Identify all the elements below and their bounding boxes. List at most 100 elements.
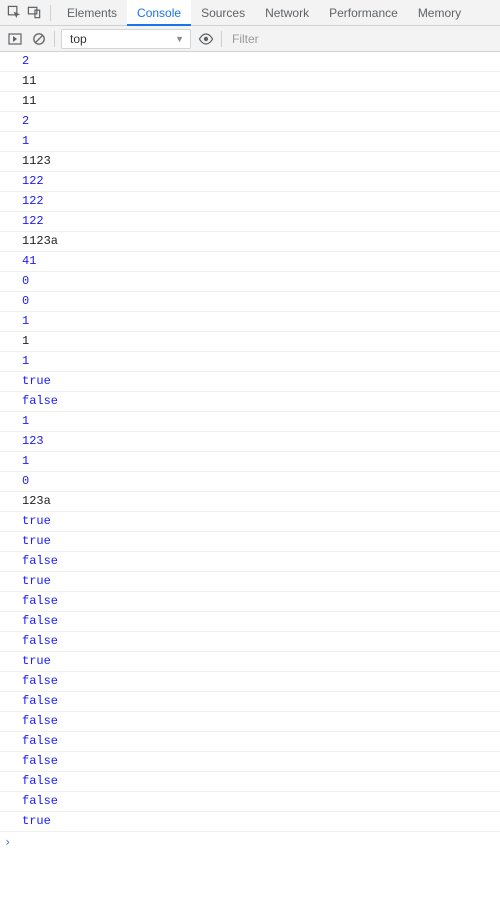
tab-sources[interactable]: Sources — [191, 0, 255, 26]
execution-context-select[interactable]: top ▼ — [61, 29, 191, 49]
log-value: false — [22, 732, 500, 751]
console-log-row: false — [0, 792, 500, 812]
tab-console[interactable]: Console — [127, 0, 191, 26]
log-value: 0 — [22, 472, 500, 491]
console-log-row: 1 — [0, 352, 500, 372]
log-gutter — [0, 512, 22, 531]
console-log-row: 1 — [0, 312, 500, 332]
log-value: 0 — [22, 292, 500, 311]
log-gutter — [0, 52, 22, 71]
console-filter-input[interactable] — [228, 29, 494, 49]
log-gutter — [0, 232, 22, 251]
live-expression-icon[interactable] — [197, 30, 215, 48]
log-gutter — [0, 152, 22, 171]
log-gutter — [0, 532, 22, 551]
console-log-row: 1123a — [0, 232, 500, 252]
console-log-row: 11 — [0, 92, 500, 112]
log-value: true — [22, 532, 500, 551]
console-log-row: false — [0, 692, 500, 712]
log-value: false — [22, 772, 500, 791]
log-value: 1 — [22, 332, 500, 351]
log-value: 1123a — [22, 232, 500, 251]
log-value: 1 — [22, 312, 500, 331]
log-value: false — [22, 692, 500, 711]
log-value: false — [22, 392, 500, 411]
log-value: 1 — [22, 352, 500, 371]
devtools-tabstrip: Elements Console Sources Network Perform… — [0, 0, 500, 26]
console-log-row: 123a — [0, 492, 500, 512]
log-value: 0 — [22, 272, 500, 291]
log-value: 2 — [22, 52, 500, 71]
log-value: 122 — [22, 172, 500, 191]
log-gutter — [0, 572, 22, 591]
log-gutter — [0, 392, 22, 411]
console-log-row: false — [0, 392, 500, 412]
log-gutter — [0, 772, 22, 791]
sidebar-toggle-icon[interactable] — [6, 30, 24, 48]
device-toggle-icon[interactable] — [24, 3, 44, 23]
console-log-row: true — [0, 652, 500, 672]
log-gutter — [0, 292, 22, 311]
log-gutter — [0, 112, 22, 131]
log-gutter — [0, 92, 22, 111]
log-value: false — [22, 632, 500, 651]
log-gutter — [0, 252, 22, 271]
log-gutter — [0, 192, 22, 211]
console-log-row: 1 — [0, 452, 500, 472]
console-log-area[interactable]: 211112111231221221221123a4100111truefals… — [0, 52, 500, 900]
log-gutter — [0, 632, 22, 651]
log-gutter — [0, 312, 22, 331]
log-gutter — [0, 552, 22, 571]
log-gutter — [0, 612, 22, 631]
tabstrip-separator — [50, 5, 51, 21]
log-value: true — [22, 372, 500, 391]
log-value: false — [22, 612, 500, 631]
prompt-chevron-icon: › — [4, 833, 18, 852]
console-log-row: false — [0, 712, 500, 732]
log-value: 123 — [22, 432, 500, 451]
log-gutter — [0, 472, 22, 491]
log-gutter — [0, 72, 22, 91]
console-log-row: 0 — [0, 292, 500, 312]
console-log-row: false — [0, 552, 500, 572]
log-gutter — [0, 812, 22, 831]
log-value: 2 — [22, 112, 500, 131]
log-value: false — [22, 672, 500, 691]
console-log-row: false — [0, 612, 500, 632]
console-log-row: 122 — [0, 212, 500, 232]
tab-performance[interactable]: Performance — [319, 0, 408, 26]
tab-network[interactable]: Network — [255, 0, 319, 26]
chevron-down-icon: ▼ — [175, 34, 184, 44]
console-log-row: true — [0, 572, 500, 592]
log-value: true — [22, 512, 500, 531]
console-log-row: 123 — [0, 432, 500, 452]
log-value: 41 — [22, 252, 500, 271]
log-value: false — [22, 792, 500, 811]
log-gutter — [0, 352, 22, 371]
console-log-row: 122 — [0, 172, 500, 192]
console-log-row: 122 — [0, 192, 500, 212]
tab-memory[interactable]: Memory — [408, 0, 471, 26]
log-gutter — [0, 432, 22, 451]
log-gutter — [0, 212, 22, 231]
console-log-row: 11 — [0, 72, 500, 92]
console-log-row: 0 — [0, 272, 500, 292]
log-gutter — [0, 132, 22, 151]
console-log-row: false — [0, 672, 500, 692]
console-log-row: true — [0, 532, 500, 552]
toolbar-separator-2 — [221, 31, 222, 47]
tab-elements[interactable]: Elements — [57, 0, 127, 26]
log-gutter — [0, 732, 22, 751]
filter-wrap — [228, 29, 494, 49]
clear-console-icon[interactable] — [30, 30, 48, 48]
inspect-element-icon[interactable] — [4, 3, 24, 23]
log-value: 1 — [22, 412, 500, 431]
log-value: 1123 — [22, 152, 500, 171]
console-prompt[interactable]: › — [0, 832, 500, 852]
log-gutter — [0, 712, 22, 731]
console-input[interactable] — [18, 835, 500, 849]
log-gutter — [0, 412, 22, 431]
log-gutter — [0, 492, 22, 511]
log-gutter — [0, 792, 22, 811]
log-value: 11 — [22, 92, 500, 111]
